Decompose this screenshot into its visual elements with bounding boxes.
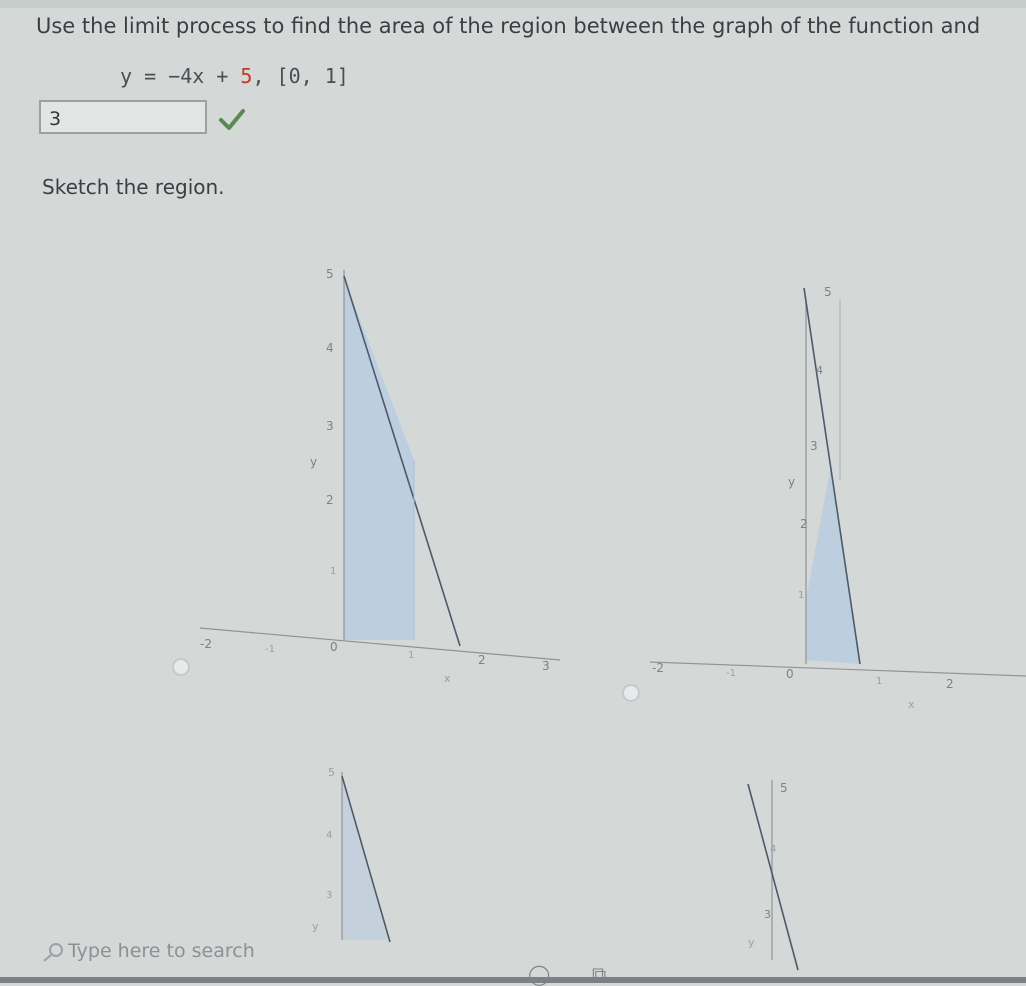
y-tick-2: 2 xyxy=(326,493,334,507)
function-line xyxy=(747,783,799,971)
y-tick-5: 5 xyxy=(328,766,335,779)
taskbar-search[interactable]: Type here to search xyxy=(40,940,255,963)
y-tick-4: 4 xyxy=(326,830,332,841)
radio-option-b[interactable] xyxy=(622,684,640,702)
y-tick-5: 5 xyxy=(824,285,832,299)
y-axis-label: y xyxy=(310,455,317,469)
graph-option-b: 5 4 3 2 1 y -2 -1 0 1 2 x xyxy=(649,285,1026,711)
x-tick-0: 0 xyxy=(330,640,338,654)
shaded-region xyxy=(342,780,388,940)
search-icon xyxy=(43,942,63,962)
x-tick--1: -1 xyxy=(265,644,275,655)
graph-option-a: 5 4 3 2 1 y -2 -1 0 1 2 3 x xyxy=(199,267,561,685)
x-tick--1: -1 xyxy=(726,668,736,679)
x-tick-3: 3 xyxy=(542,659,550,673)
y-tick-4: 4 xyxy=(770,844,776,855)
y-tick-4: 4 xyxy=(326,341,334,355)
x-axis-label: x xyxy=(908,698,915,711)
taskbar xyxy=(0,977,1026,983)
y-tick-3: 3 xyxy=(764,908,771,921)
x-tick-1: 1 xyxy=(876,676,882,687)
y-axis-label: y xyxy=(312,920,319,933)
y-tick-1: 1 xyxy=(330,566,336,577)
shaded-region xyxy=(806,470,860,664)
x-tick--2: -2 xyxy=(200,637,212,651)
shaded-region xyxy=(344,278,414,640)
search-placeholder: Type here to search xyxy=(68,940,255,962)
y-tick-5: 5 xyxy=(780,781,788,795)
y-tick-5: 5 xyxy=(326,267,334,281)
y-axis-label: y xyxy=(788,475,795,489)
x-axis-label: x xyxy=(444,672,451,685)
x-tick-2: 2 xyxy=(478,653,486,667)
x-tick--2: -2 xyxy=(652,661,664,675)
y-tick-3: 3 xyxy=(810,439,818,453)
y-axis-label: y xyxy=(748,936,755,949)
graph-option-d: 5 4 3 y xyxy=(747,780,799,971)
y-tick-1: 1 xyxy=(798,590,804,601)
y-tick-3: 3 xyxy=(326,419,334,433)
x-tick-2: 2 xyxy=(946,677,954,691)
graph-canvas: 5 4 3 2 1 y -2 -1 0 1 2 3 x 5 4 3 2 1 y … xyxy=(199,267,1026,971)
y-tick-4: 4 xyxy=(816,364,823,377)
y-tick-2: 2 xyxy=(800,517,808,531)
graph-option-c: 5 4 3 y xyxy=(312,766,391,943)
x-tick-0: 0 xyxy=(786,667,794,681)
y-tick-3: 3 xyxy=(326,890,332,901)
x-tick-1: 1 xyxy=(408,650,414,661)
x-axis xyxy=(649,661,1026,677)
radio-option-a[interactable] xyxy=(172,658,190,676)
